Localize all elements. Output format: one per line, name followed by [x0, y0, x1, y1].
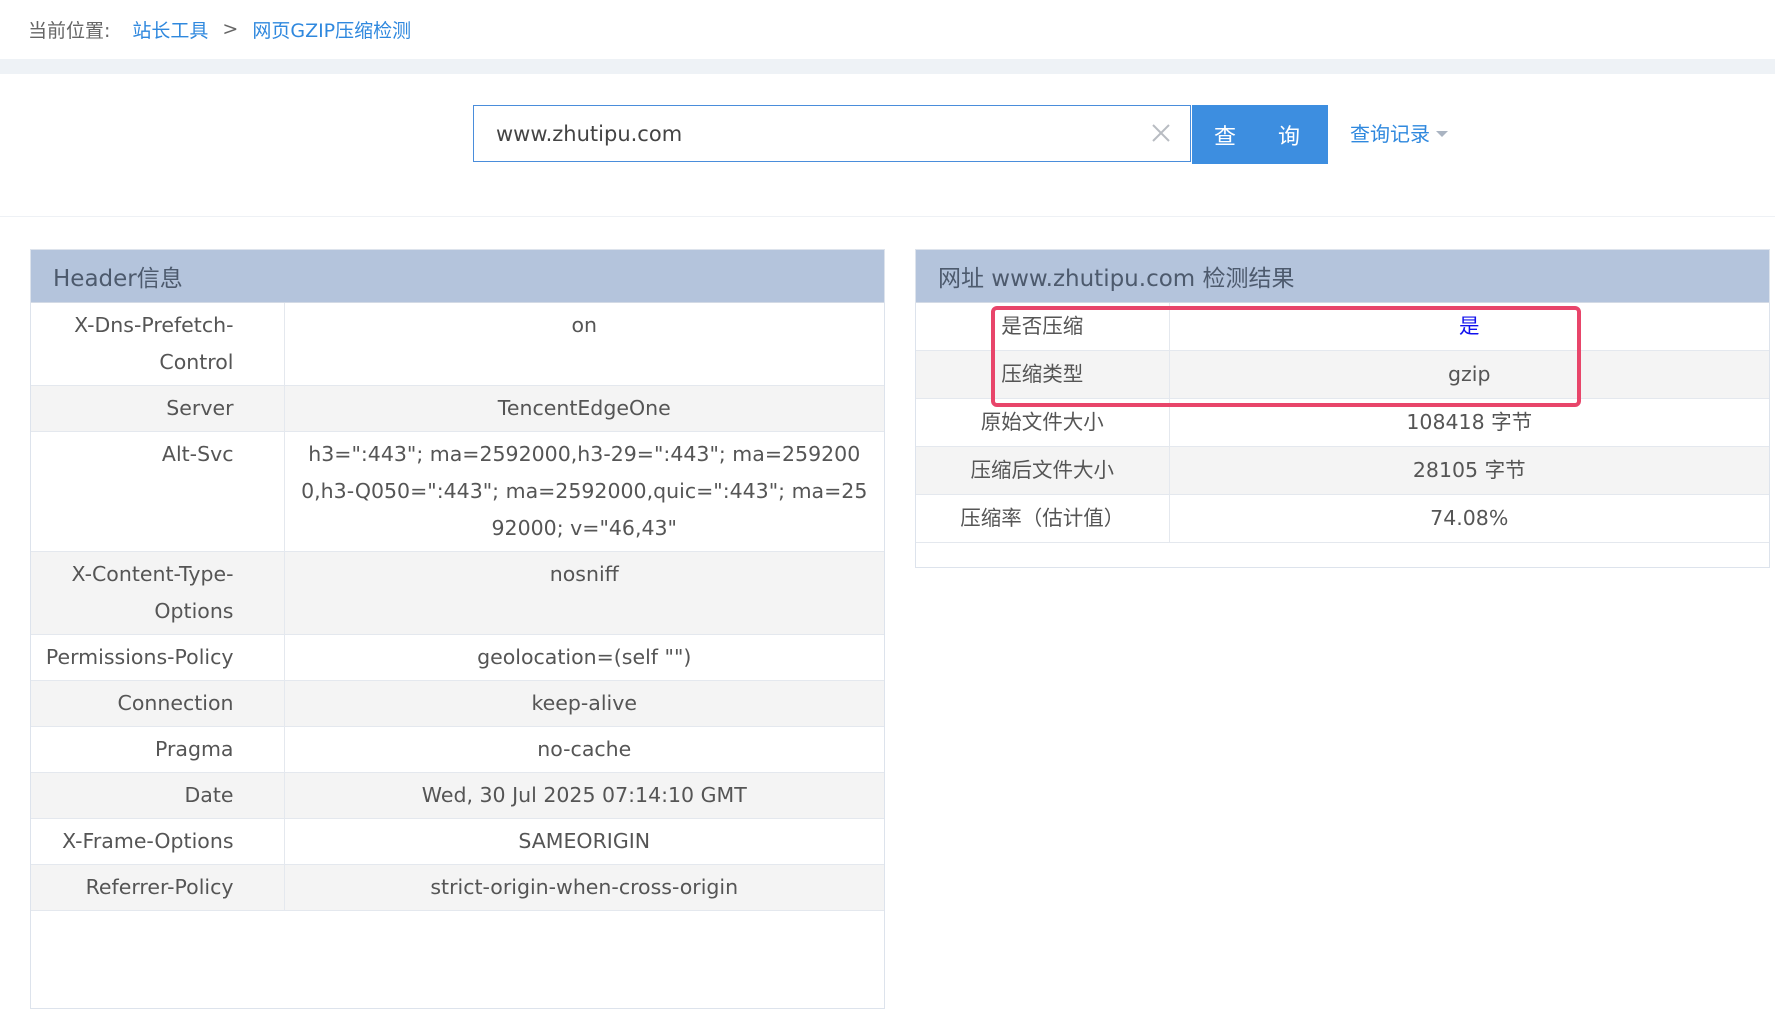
- breadcrumb-link-tools[interactable]: 站长工具: [132, 16, 208, 43]
- table-row: X-Frame-Options SAMEORIGIN: [31, 818, 884, 865]
- caret-down-icon: [1436, 130, 1448, 137]
- result-title: 网址 www.zhutipu.com 检测结果: [916, 250, 1769, 303]
- breadcrumb-label: 当前位置:: [28, 19, 111, 42]
- table-row: X-Dns-Prefetch-Control on: [31, 303, 884, 386]
- search-box: [473, 105, 1191, 162]
- search-button[interactable]: 查 询: [1192, 105, 1328, 164]
- header-info-table: X-Dns-Prefetch-Control on Server TencentEdg…: [31, 303, 884, 911]
- row-key: Permissions-Policy: [31, 634, 285, 681]
- row-value: nosniff: [284, 551, 884, 635]
- row-value: Wed, 30 Jul 2025 07:14:10 GMT: [284, 772, 884, 819]
- table-row: Connection keep-alive: [31, 680, 884, 727]
- row-value: 74.08%: [1169, 494, 1769, 543]
- header-info-panel: Header信息 X-Dns-Prefetch-Control on Server T…: [30, 249, 885, 1009]
- breadcrumb-link-gzip[interactable]: 网页GZIP压缩检测: [252, 16, 411, 43]
- table-row: 压缩后文件大小 28105 字节: [916, 446, 1769, 495]
- search-input[interactable]: [474, 106, 1156, 161]
- result-panel: 网址 www.zhutipu.com 检测结果 是否压缩是压缩类型 gzip 原始文…: [915, 249, 1770, 568]
- row-key: Server: [31, 385, 285, 432]
- query-history-dropdown[interactable]: 查询记录: [1350, 118, 1448, 147]
- query-history-label: 查询记录: [1350, 122, 1430, 146]
- row-key: Alt-Svc: [31, 431, 285, 552]
- row-key: Connection: [31, 680, 285, 727]
- row-value: on: [284, 303, 884, 386]
- breadcrumb-separator: >: [222, 18, 239, 40]
- row-key: X-Content-Type-Options: [31, 551, 285, 635]
- row-key: Date: [31, 772, 285, 819]
- table-row: X-Content-Type-Options nosniff: [31, 551, 884, 635]
- table-row: Alt-Svc h3=":443"; ma=2592000,h3-29=":443…: [31, 431, 884, 552]
- table-row: Server TencentEdgeOne: [31, 385, 884, 432]
- table-row: Referrer-Policy strict-origin-when-cross-…: [31, 864, 884, 911]
- row-key: X-Frame-Options: [31, 818, 285, 865]
- row-value: keep-alive: [284, 680, 884, 727]
- row-value: TencentEdgeOne: [284, 385, 884, 432]
- close-icon[interactable]: [1150, 122, 1172, 144]
- breadcrumb: 当前位置: 站长工具 > 网页GZIP压缩检测: [28, 14, 411, 44]
- row-value: no-cache: [284, 726, 884, 773]
- row-key: Referrer-Policy: [31, 864, 285, 911]
- table-row: Permissions-Policy geolocation=(self ""): [31, 634, 884, 681]
- row-key: X-Dns-Prefetch-Control: [31, 303, 285, 386]
- table-row: Pragma no-cache: [31, 726, 884, 773]
- row-key: 压缩率（估计值）: [916, 494, 1170, 543]
- highlight-box: [991, 306, 1581, 407]
- table-row: Date Wed, 30 Jul 2025 07:14:10 GMT: [31, 772, 884, 819]
- row-key: 压缩后文件大小: [916, 446, 1170, 495]
- table-row: 压缩率（估计值） 74.08%: [916, 494, 1769, 543]
- header-info-title: Header信息: [31, 250, 884, 303]
- header-strip: [0, 59, 1775, 74]
- row-value: strict-origin-when-cross-origin: [284, 864, 884, 911]
- row-key: Pragma: [31, 726, 285, 773]
- row-value: h3=":443"; ma=2592000,h3-29=":443"; ma=2…: [284, 431, 884, 552]
- section-divider: [0, 216, 1775, 217]
- row-value: 28105 字节: [1169, 446, 1769, 495]
- row-value: SAMEORIGIN: [284, 818, 884, 865]
- row-value: geolocation=(self ""): [284, 634, 884, 681]
